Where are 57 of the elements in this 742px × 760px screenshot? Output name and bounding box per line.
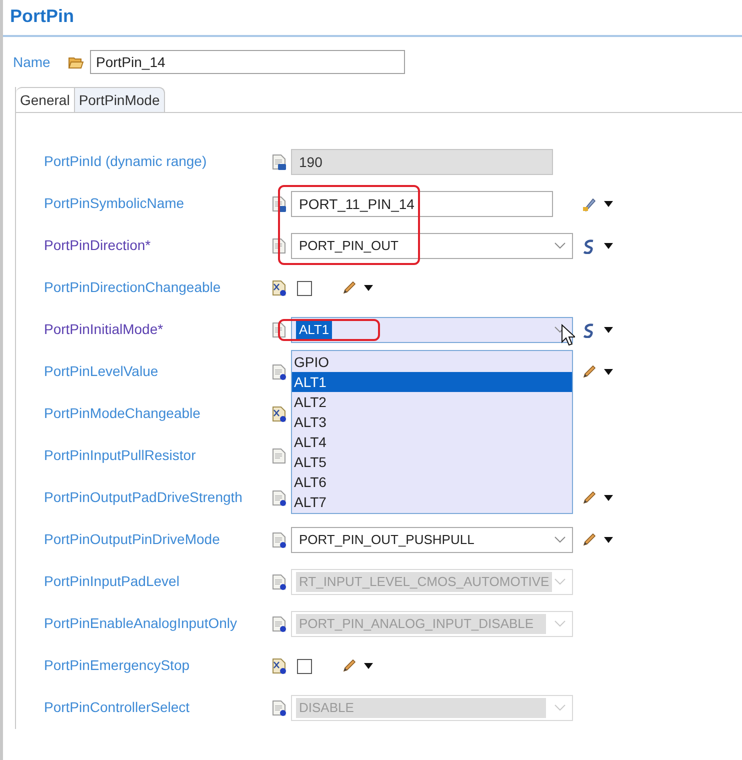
mouse-pointer-icon [561, 324, 575, 346]
parameter-label: PortPinId (dynamic range) [43, 153, 207, 169]
dropdown-option[interactable]: ALT1 [292, 372, 572, 392]
caret-icon[interactable] [604, 201, 613, 207]
caret-icon[interactable] [604, 369, 613, 375]
parameter-label: PortPinLevelValue [43, 363, 158, 379]
parameter-label: PortPinEmergencyStop [43, 657, 190, 673]
caret-icon[interactable] [604, 495, 613, 501]
pencil-icon[interactable] [581, 364, 597, 380]
tab[interactable]: PortPinMode [74, 87, 165, 112]
dropdown-value: PORT_PIN_OUT_PUSHPULL [298, 531, 476, 550]
dropdown-option[interactable]: ALT7 [292, 492, 572, 512]
parameter-label: PortPinSymbolicName [43, 195, 184, 211]
dropdown-option[interactable]: GPIO [292, 352, 572, 372]
pencil-icon[interactable] [581, 490, 597, 506]
dropdown-option[interactable]: ALT4 [292, 432, 572, 452]
dropdown[interactable]: PORT_PIN_OUT_PUSHPULL [291, 527, 573, 553]
pencil-icon[interactable] [581, 532, 597, 548]
parameter-label: PortPinDirectionChangeable [43, 279, 221, 295]
pencil-icon[interactable] [341, 280, 357, 296]
parameter-label: PortPinDirection* [43, 237, 151, 253]
parameter-label: PortPinEnableAnalogInputOnly [43, 615, 238, 631]
parameter-label: PortPinInitialMode* [43, 321, 164, 337]
dropdown[interactable]: PORT_PIN_OUT [291, 233, 573, 259]
dropdown-option[interactable]: ALT2 [292, 392, 572, 412]
parameter-label: PortPinInputPadLevel [43, 573, 180, 589]
checkbox[interactable] [297, 658, 312, 674]
pencil-icon[interactable] [341, 658, 357, 674]
parameter-label: PortPinInputPullResistor [43, 447, 196, 463]
dropdown-value: PORT_PIN_OUT [298, 237, 400, 256]
parameter-label: PortPinOutputPadDriveStrength [43, 489, 242, 505]
checkbox[interactable] [297, 280, 312, 296]
wand-icon[interactable] [581, 196, 597, 212]
chevron-icon[interactable] [554, 326, 566, 334]
name-label: Name [13, 52, 52, 72]
dropdown-option[interactable]: ALT5 [292, 452, 572, 472]
caret-icon[interactable] [604, 327, 613, 333]
tab[interactable]: General [16, 87, 75, 112]
dropdown-value: PORT_PIN_ANALOG_INPUT_DISABLE [296, 614, 546, 634]
dropdown-option[interactable]: ALT6 [292, 472, 572, 492]
caret-icon[interactable] [364, 663, 373, 669]
caret-icon[interactable] [604, 243, 613, 249]
parameter-label: PortPinModeChangeable [43, 405, 200, 421]
name-field[interactable]: PortPin_14 [90, 50, 405, 74]
dropdown-value: RT_INPUT_LEVEL_CMOS_AUTOMOTIVE [296, 572, 552, 592]
dropdown-value: DISABLE [296, 698, 546, 718]
text-field[interactable]: PORT_11_PIN_14 [291, 191, 553, 217]
parameter-label: PortPinControllerSelect [43, 699, 190, 715]
parameter-label: PortPinOutputPinDriveMode [43, 531, 220, 547]
editor-title: PortPin [10, 5, 74, 28]
folder-icon[interactable] [68, 55, 84, 69]
dropdown-option[interactable]: ALT3 [292, 412, 572, 432]
caret-icon[interactable] [604, 537, 613, 543]
dropdown[interactable]: ALT1 [291, 317, 573, 343]
text-field: 190 [291, 149, 553, 175]
caret-icon[interactable] [364, 285, 373, 291]
dropdown-value: ALT1 [296, 320, 332, 340]
